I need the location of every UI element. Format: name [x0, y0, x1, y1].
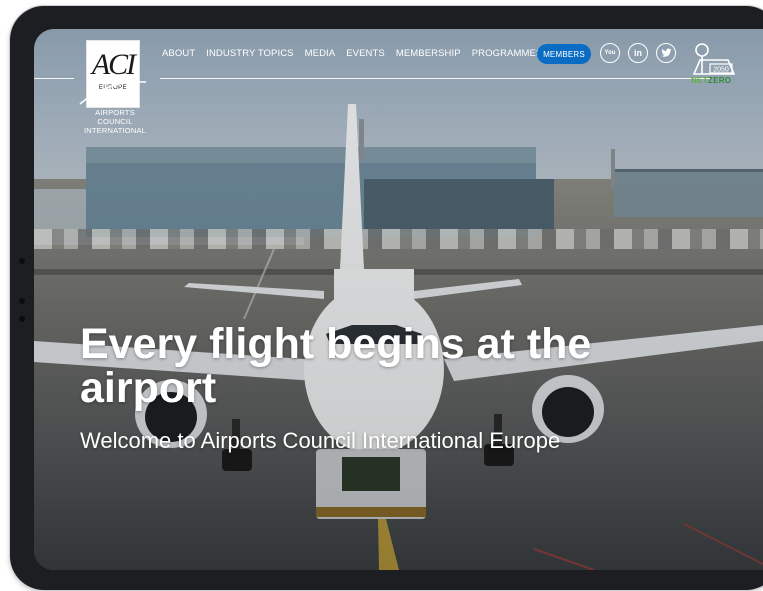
youtube-icon-label: You [604, 50, 616, 56]
sensor-dot [19, 316, 25, 322]
logo-caption-line: AIRPORTS COUNCIL [95, 108, 135, 126]
linkedin-icon-label: in [634, 48, 642, 58]
nav-item-about[interactable]: ABOUT [162, 47, 195, 61]
hero-title: Every flight begins at the airport [80, 320, 592, 412]
netzero-year: 2050 [713, 67, 729, 74]
linkedin-icon[interactable]: in [628, 43, 648, 63]
nav-item-programmes[interactable]: PROGRAMMES [472, 47, 543, 61]
nav-item-industry-topics[interactable]: INDUSTRY TOPICS [206, 47, 293, 61]
sensor-dot [19, 298, 25, 304]
header-divider-right [160, 78, 710, 79]
netzero-zero-text: ZERO [707, 76, 732, 85]
logo-caption-line: INTERNATIONAL [83, 126, 147, 135]
members-button[interactable]: MEMBERS [537, 44, 591, 64]
twitter-bird-icon [660, 48, 672, 57]
header-divider-left [34, 78, 74, 79]
nav-item-membership[interactable]: MEMBERSHIP [396, 47, 461, 61]
nav-item-media[interactable]: MEDIA [305, 47, 336, 61]
main-nav: ABOUT INDUSTRY TOPICS MEDIA EVENTS MEMBE… [162, 47, 542, 61]
logo-caption: AIRPORTS COUNCIL INTERNATIONAL [78, 108, 152, 135]
logo-swoosh-icon [79, 81, 147, 105]
netzero-net-text: NET [691, 76, 708, 85]
camera-dot [19, 258, 25, 264]
netzero-label: NETZERO [691, 76, 731, 85]
hero-subtitle: Welcome to Airports Council Internationa… [80, 428, 561, 453]
twitter-icon[interactable] [656, 43, 676, 63]
youtube-icon[interactable]: You [600, 43, 620, 63]
nav-item-events[interactable]: EVENTS [346, 47, 385, 61]
